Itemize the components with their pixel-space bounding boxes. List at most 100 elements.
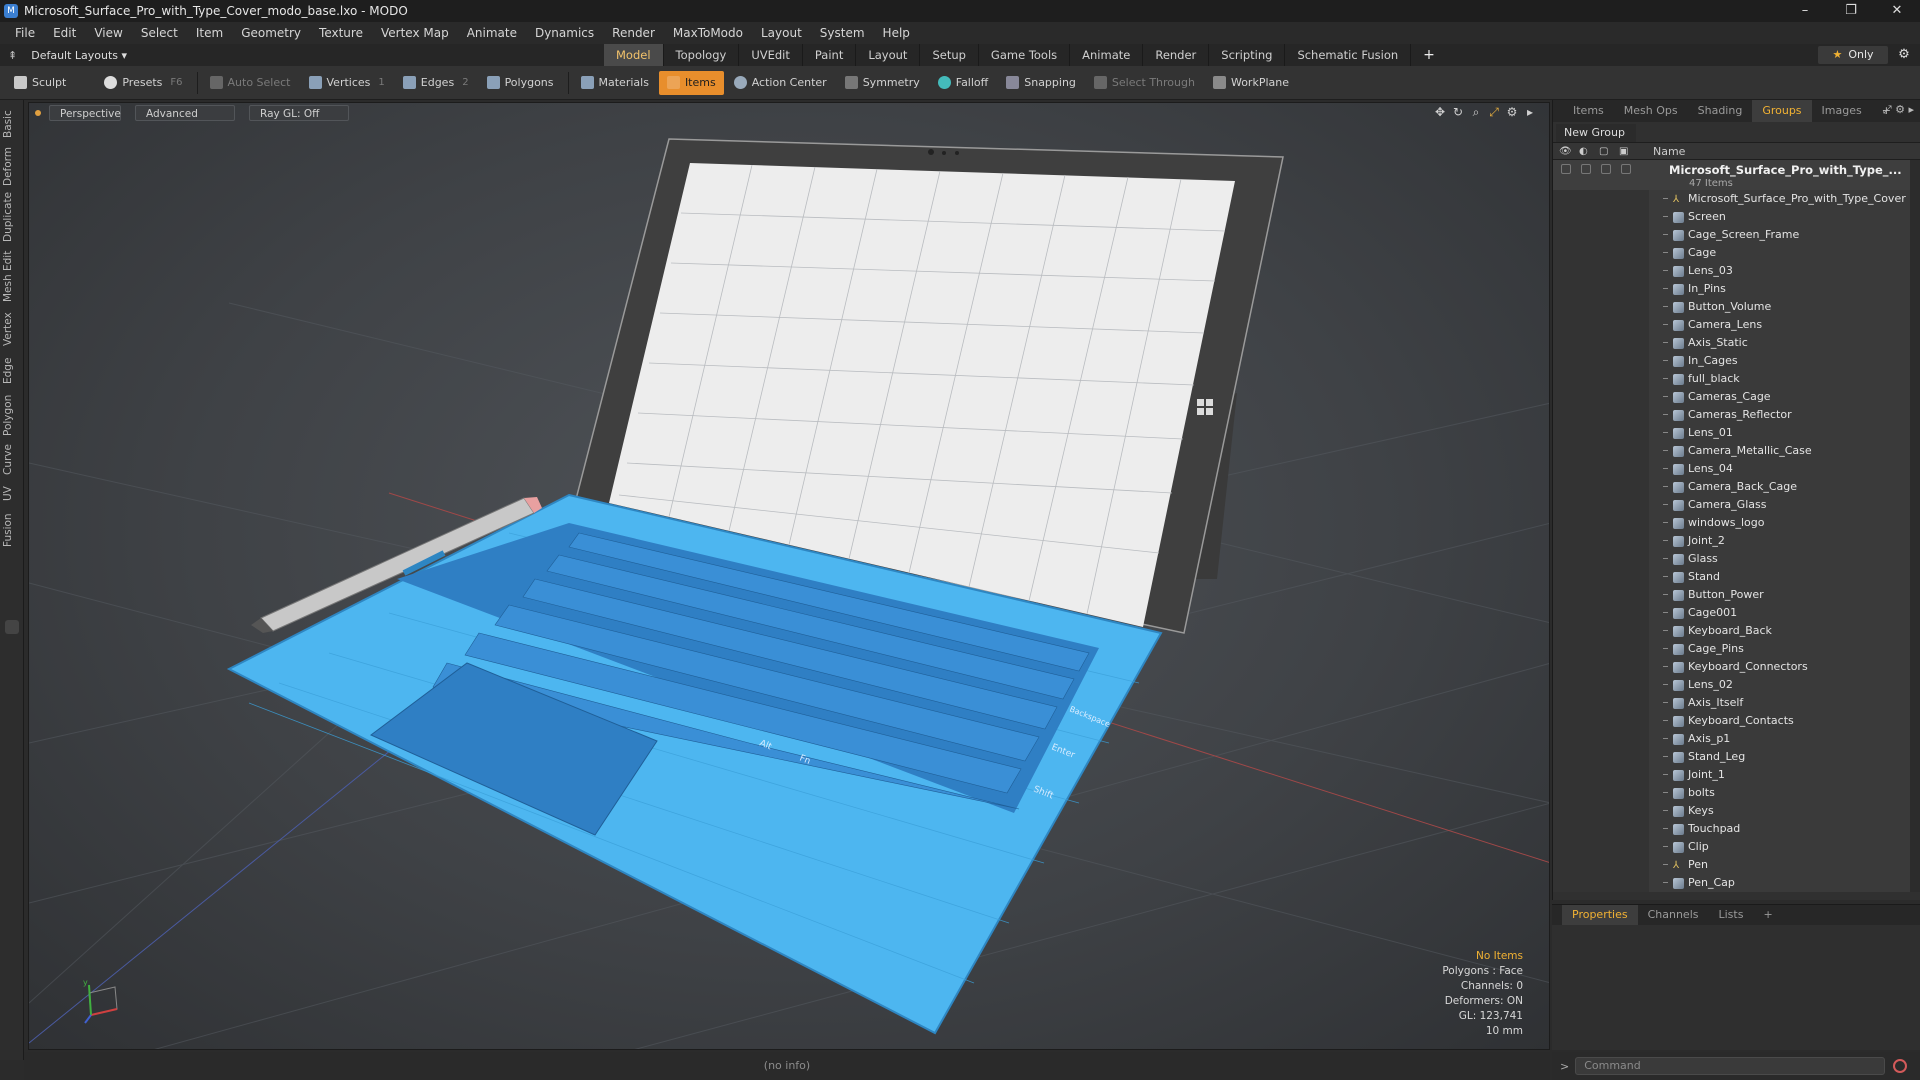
group-item-row[interactable]: full_black bbox=[1553, 370, 1920, 388]
group-item-row[interactable]: Cage_Pins bbox=[1553, 640, 1920, 658]
vtab-duplicate[interactable]: Duplicate bbox=[2, 190, 22, 244]
menu-layout[interactable]: Layout bbox=[752, 26, 811, 40]
add-properties-tab-button[interactable]: + bbox=[1753, 905, 1782, 925]
group-item-row[interactable]: Keyboard_Back bbox=[1553, 622, 1920, 640]
menu-texture[interactable]: Texture bbox=[310, 26, 372, 40]
select-toggle[interactable] bbox=[1621, 164, 1631, 174]
tab-channels[interactable]: Channels bbox=[1638, 905, 1709, 925]
tab-topology[interactable]: Topology bbox=[664, 44, 740, 66]
group-item-row[interactable]: Screen bbox=[1553, 208, 1920, 226]
vtab-fusion[interactable]: Fusion bbox=[2, 510, 22, 550]
minimize-button[interactable]: – bbox=[1782, 0, 1828, 22]
3d-viewport[interactable]: Shift Enter Backspace Fn Alt Perspective… bbox=[28, 102, 1550, 1050]
tab-model[interactable]: Model bbox=[604, 44, 664, 66]
menu-dynamics[interactable]: Dynamics bbox=[526, 26, 603, 40]
vertices-button[interactable]: Vertices 1 bbox=[301, 71, 393, 95]
collapse-arrow-icon[interactable]: ⇞ bbox=[8, 49, 17, 62]
lock-column-icon[interactable]: ▢ bbox=[1599, 146, 1619, 157]
only-button[interactable]: ★ Only bbox=[1818, 46, 1888, 64]
group-item-row[interactable]: Camera_Glass bbox=[1553, 496, 1920, 514]
tab-mesh-ops[interactable]: Mesh Ops bbox=[1614, 100, 1688, 122]
group-item-row[interactable]: Axis_p1 bbox=[1553, 730, 1920, 748]
layout-selector[interactable]: ⇞ Default Layouts ▾ bbox=[0, 49, 230, 62]
snapping-button[interactable]: Snapping bbox=[998, 71, 1084, 95]
close-button[interactable]: ✕ bbox=[1874, 0, 1920, 22]
group-item-row[interactable]: bolts bbox=[1553, 784, 1920, 802]
tab-shading[interactable]: Shading bbox=[1688, 100, 1753, 122]
group-item-row[interactable]: In_Pins bbox=[1553, 280, 1920, 298]
panel-expand-icon[interactable]: ⤢ ⚙ ▸ bbox=[1883, 103, 1914, 117]
action-center-button[interactable]: Action Center bbox=[726, 71, 835, 95]
name-column-header[interactable]: Name bbox=[1649, 145, 1685, 158]
command-input[interactable]: Command bbox=[1575, 1057, 1886, 1075]
menu-select[interactable]: Select bbox=[132, 26, 187, 40]
group-row[interactable]: Microsoft_Surface_Pro_with_Type_... 47 I… bbox=[1553, 160, 1920, 190]
group-item-row[interactable]: ⅄ Pen bbox=[1553, 856, 1920, 874]
rotate-view-icon[interactable]: ↻ bbox=[1449, 105, 1467, 120]
menu-edit[interactable]: Edit bbox=[44, 26, 85, 40]
group-item-row[interactable]: Joint_2 bbox=[1553, 532, 1920, 550]
tab-lists[interactable]: Lists bbox=[1709, 905, 1754, 925]
vtab-vertex[interactable]: Vertex bbox=[2, 308, 22, 350]
menu-item[interactable]: Item bbox=[187, 26, 232, 40]
tab-layout[interactable]: Layout bbox=[856, 44, 921, 66]
group-item-row[interactable]: Cage bbox=[1553, 244, 1920, 262]
group-item-row[interactable]: Lens_02 bbox=[1553, 676, 1920, 694]
group-item-row[interactable]: Cage001 bbox=[1553, 604, 1920, 622]
group-item-row[interactable]: Touchpad bbox=[1553, 820, 1920, 838]
polygons-button[interactable]: Polygons bbox=[479, 71, 562, 95]
group-item-row[interactable]: Cameras_Cage bbox=[1553, 388, 1920, 406]
viewport-expand-icon[interactable]: ▸ bbox=[1521, 105, 1539, 120]
group-item-row[interactable]: Clip bbox=[1553, 838, 1920, 856]
falloff-button[interactable]: Falloff bbox=[930, 71, 996, 95]
items-button[interactable]: Items bbox=[658, 70, 724, 95]
group-item-row[interactable]: Keys bbox=[1553, 802, 1920, 820]
group-item-row[interactable]: Pen_Cap bbox=[1553, 874, 1920, 892]
group-item-row[interactable]: windows_logo bbox=[1553, 514, 1920, 532]
menu-geometry[interactable]: Geometry bbox=[232, 26, 310, 40]
sculpt-button[interactable]: Sculpt bbox=[6, 71, 74, 95]
group-item-row[interactable]: Axis_Itself bbox=[1553, 694, 1920, 712]
tab-render[interactable]: Render bbox=[1143, 44, 1210, 66]
tab-game-tools[interactable]: Game Tools bbox=[979, 44, 1071, 66]
lock-toggle[interactable] bbox=[1601, 164, 1611, 174]
group-item-row[interactable]: Camera_Lens bbox=[1553, 316, 1920, 334]
tab-groups[interactable]: Groups bbox=[1752, 100, 1812, 122]
group-item-row[interactable]: ⅄ Microsoft_Surface_Pro_with_Type_Cover bbox=[1553, 190, 1920, 208]
menu-view[interactable]: View bbox=[85, 26, 131, 40]
select-through-button[interactable]: Select Through bbox=[1086, 71, 1203, 95]
menu-help[interactable]: Help bbox=[874, 26, 919, 40]
group-item-row[interactable]: Cameras_Reflector bbox=[1553, 406, 1920, 424]
group-item-row[interactable]: Glass bbox=[1553, 550, 1920, 568]
select-column-icon[interactable]: ▣ bbox=[1619, 146, 1639, 157]
fit-view-icon[interactable]: ⤢ bbox=[1485, 105, 1503, 120]
group-item-row[interactable]: Stand_Leg bbox=[1553, 748, 1920, 766]
toggle-panel-button[interactable] bbox=[5, 620, 19, 634]
group-item-row[interactable]: Keyboard_Contacts bbox=[1553, 712, 1920, 730]
edges-button[interactable]: Edges 2 bbox=[395, 71, 477, 95]
tree-scrollbar[interactable] bbox=[1910, 160, 1920, 892]
scene-render[interactable]: Shift Enter Backspace Fn Alt bbox=[29, 103, 1550, 1050]
presets-button[interactable]: Presets F6 bbox=[96, 71, 190, 95]
advanced-button[interactable]: Advanced bbox=[135, 105, 235, 121]
raygl-button[interactable]: Ray GL: Off bbox=[249, 105, 349, 121]
group-item-row[interactable]: Lens_04 bbox=[1553, 460, 1920, 478]
vtab-deform[interactable]: Deform bbox=[2, 146, 22, 186]
vtab-basic[interactable]: Basic bbox=[2, 106, 22, 142]
tab-paint[interactable]: Paint bbox=[803, 44, 857, 66]
vtab-uv[interactable]: UV bbox=[2, 482, 22, 506]
menu-vertex-map[interactable]: Vertex Map bbox=[372, 26, 458, 40]
tab-schematic-fusion[interactable]: Schematic Fusion bbox=[1285, 44, 1412, 66]
menu-render[interactable]: Render bbox=[603, 26, 664, 40]
group-item-row[interactable]: In_Cages bbox=[1553, 352, 1920, 370]
maximize-button[interactable]: ❐ bbox=[1828, 0, 1874, 22]
symmetry-button[interactable]: Symmetry bbox=[837, 71, 928, 95]
group-item-row[interactable]: Keyboard_Connectors bbox=[1553, 658, 1920, 676]
gear-icon[interactable]: ⚙ bbox=[1894, 46, 1914, 64]
viewport-menu-dot[interactable] bbox=[35, 110, 41, 116]
viewport-settings-icon[interactable]: ⚙ bbox=[1503, 105, 1521, 120]
group-item-row[interactable]: Joint_1 bbox=[1553, 766, 1920, 784]
tab-setup[interactable]: Setup bbox=[920, 44, 979, 66]
vtab-polygon[interactable]: Polygon bbox=[2, 392, 22, 438]
visibility-toggle[interactable] bbox=[1561, 164, 1571, 174]
